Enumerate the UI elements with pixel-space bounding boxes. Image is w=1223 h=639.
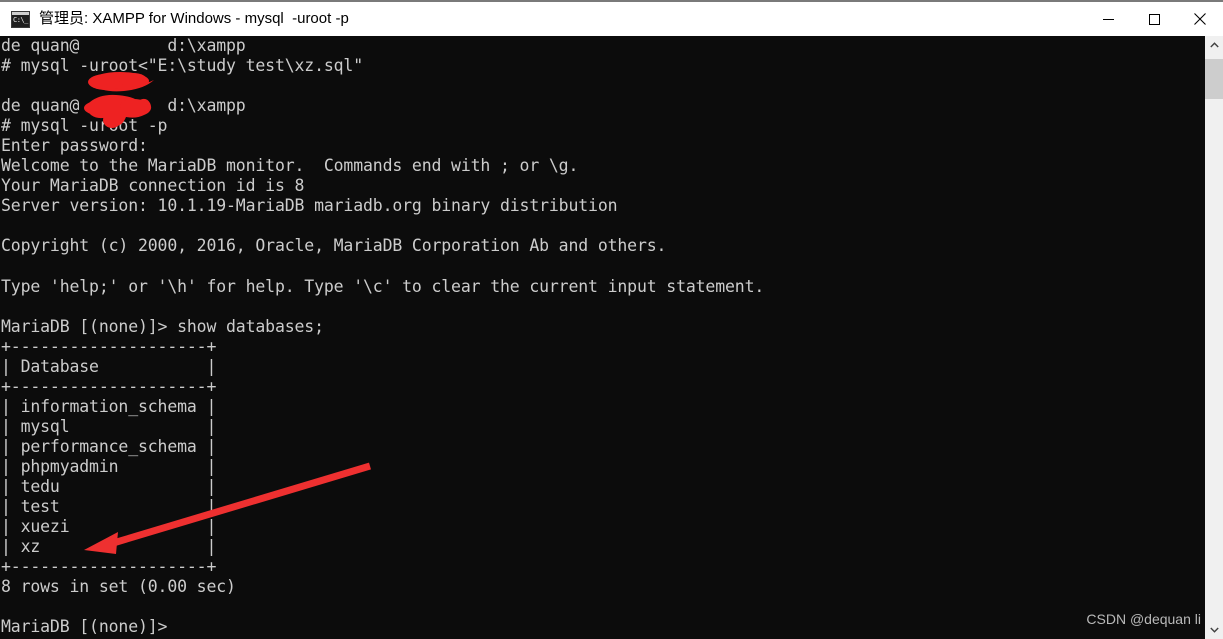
maximize-icon — [1148, 13, 1160, 25]
terminal-text: de quan@ d:\xampp # mysql -uroot<"E:\stu… — [1, 36, 765, 637]
watermark: CSDN @dequan li — [1086, 611, 1201, 627]
scrollbar-thumb[interactable] — [1205, 59, 1223, 99]
minimize-icon — [1102, 18, 1114, 20]
close-button[interactable] — [1177, 2, 1223, 36]
window-controls — [1085, 2, 1223, 36]
close-icon — [1194, 13, 1206, 25]
title-bar-left: C:\_ 管理员: XAMPP for Windows - mysql -uro… — [0, 10, 1085, 28]
chevron-down-icon — [1209, 627, 1219, 633]
cmd-icon-label: C:\_ — [13, 15, 28, 24]
window-title: 管理员: XAMPP for Windows - mysql -uroot -p — [39, 10, 349, 27]
title-bar[interactable]: C:\_ 管理员: XAMPP for Windows - mysql -uro… — [0, 0, 1223, 36]
chevron-up-icon — [1209, 42, 1219, 48]
maximize-button[interactable] — [1131, 2, 1177, 36]
scrollbar-track[interactable] — [1205, 54, 1223, 621]
cmd-terminal-window: C:\_ 管理员: XAMPP for Windows - mysql -uro… — [0, 0, 1223, 639]
scroll-up-arrow-button[interactable] — [1205, 36, 1223, 54]
scroll-down-arrow-button[interactable] — [1205, 621, 1223, 639]
cmd-console-icon: C:\_ — [11, 10, 30, 28]
vertical-scrollbar[interactable] — [1205, 36, 1223, 639]
minimize-button[interactable] — [1085, 2, 1131, 36]
terminal-output-area[interactable]: de quan@ d:\xampp # mysql -uroot<"E:\stu… — [0, 36, 1205, 639]
